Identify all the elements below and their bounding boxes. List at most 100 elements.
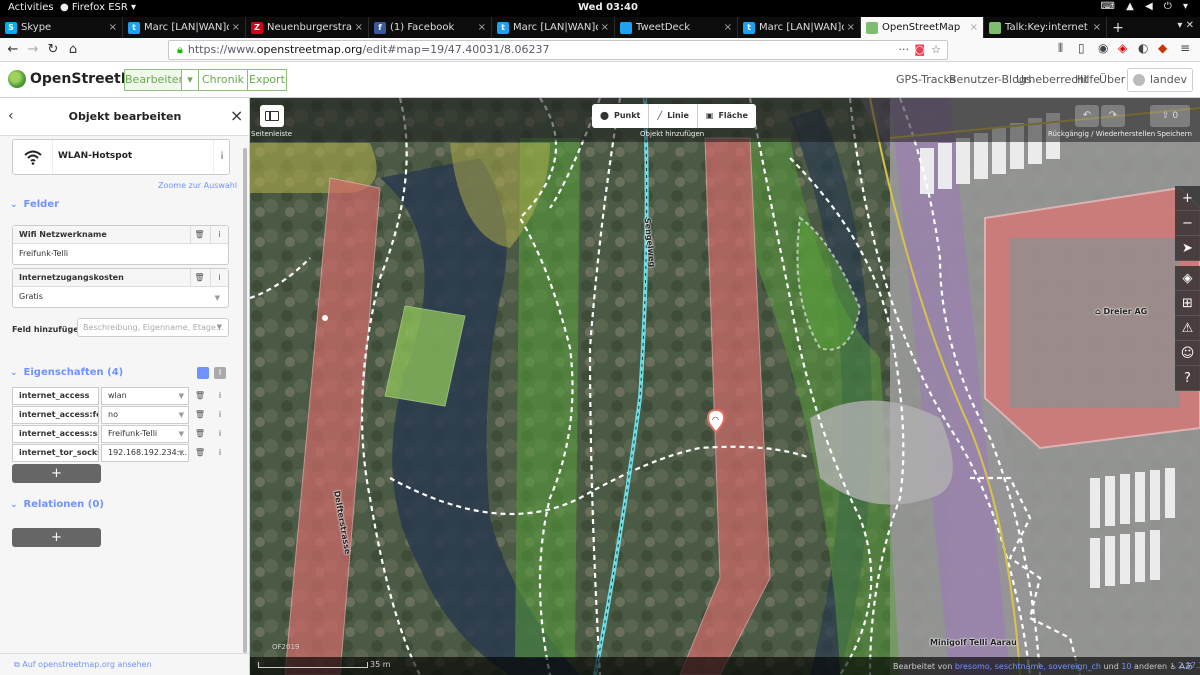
background-button[interactable]: ◈: [1175, 266, 1200, 291]
tab-close-icon[interactable]: ×: [847, 22, 855, 33]
tag-key-input[interactable]: internet_tor_socks ...: [12, 444, 99, 462]
history-button[interactable]: Chronik: [198, 69, 248, 91]
view-on-osm-link[interactable]: ⧉ Auf openstreetmap.org ansehen: [0, 653, 249, 675]
tab-close-icon[interactable]: ×: [970, 22, 978, 33]
browser-tab[interactable]: f (1) Facebook ×: [369, 17, 492, 38]
add-field-input[interactable]: Beschreibung, Eigenname, Etage... ▼: [77, 318, 229, 337]
addon-icon[interactable]: ◈: [1118, 41, 1127, 55]
add-line-button[interactable]: ╱ Linie: [649, 104, 698, 128]
wifi-ssid-input[interactable]: Freifunk-Telli: [13, 244, 228, 264]
clock[interactable]: Wed 03:40: [578, 2, 638, 13]
help-button[interactable]: ?: [1175, 366, 1200, 391]
list-view-icon[interactable]: [197, 367, 209, 379]
nav-link-about[interactable]: Über: [1099, 73, 1125, 86]
app-menu[interactable]: ● Firefox ESR ▾: [60, 2, 136, 13]
trash-icon[interactable]: 🗑︎: [191, 406, 209, 424]
map-canvas[interactable]: ◠ Delfterstrasse Sengelweg ⌂ Dreier AG M…: [250, 98, 1200, 675]
menu-icon[interactable]: ≡: [1180, 41, 1190, 55]
info-icon[interactable]: i: [210, 269, 228, 287]
undo-button[interactable]: ↶: [1075, 105, 1099, 127]
attribution-more-count[interactable]: 10: [1121, 662, 1131, 671]
map-data-button[interactable]: ⊞: [1175, 291, 1200, 316]
nav-link-help[interactable]: Hilfe: [1075, 73, 1100, 86]
extension-icon[interactable]: ◐: [1138, 41, 1148, 55]
preferences-button[interactable]: ☺: [1175, 341, 1200, 366]
sidebar-toggle-button[interactable]: [260, 105, 284, 127]
nav-link-gps-tracks[interactable]: GPS-Tracks: [896, 73, 956, 86]
relations-section-toggle[interactable]: ⌄ Relationen (0): [10, 499, 104, 510]
fields-section-toggle[interactable]: ⌄ Felder: [10, 199, 59, 210]
reload-icon[interactable]: ↻: [44, 41, 62, 59]
tag-key-input[interactable]: internet_access: [12, 387, 99, 405]
zoom-to-selection-link[interactable]: Zoome zur Auswahl: [158, 181, 237, 190]
new-tab-button[interactable]: +: [1107, 17, 1129, 38]
tab-close-icon[interactable]: ×: [232, 22, 240, 33]
browser-tab[interactable]: t Marc [LAN|WAN]dol×: [123, 17, 246, 38]
tag-value-input[interactable]: 192.168.192.234:... ▼: [101, 444, 189, 462]
add-area-button[interactable]: ▣ Fläche: [697, 104, 756, 128]
issues-button[interactable]: ⚠: [1175, 316, 1200, 341]
activities-button[interactable]: Activities: [8, 2, 54, 13]
bookmark-star-icon[interactable]: ☆: [931, 41, 941, 59]
tag-value-input[interactable]: Freifunk-Telli ▼: [101, 425, 189, 443]
trash-icon[interactable]: 🗑︎: [191, 444, 209, 462]
zoom-out-button[interactable]: −: [1175, 211, 1200, 236]
tag-key-input[interactable]: internet_access:ssid: [12, 425, 99, 443]
preset-selector[interactable]: WLAN-Hotspot i: [12, 139, 230, 175]
edit-button[interactable]: Bearbeiten: [124, 69, 185, 91]
url-bar[interactable]: 🔒︎ https://www.openstreetmap.org/edit#map…: [168, 40, 948, 60]
internet-fee-combo[interactable]: Gratis: [13, 287, 228, 307]
info-icon[interactable]: i: [211, 387, 229, 405]
preset-info-icon[interactable]: i: [213, 140, 230, 174]
text-view-icon[interactable]: I: [214, 367, 226, 379]
close-icon[interactable]: ×: [230, 106, 243, 125]
trash-icon[interactable]: 🗑︎: [191, 425, 209, 443]
export-button[interactable]: Export: [247, 69, 287, 91]
geolocate-button[interactable]: ➤: [1175, 236, 1200, 261]
trash-icon[interactable]: 🗑︎: [191, 387, 209, 405]
system-status-icons[interactable]: ⌨ ▲ ◀ ⏻ ▾: [1101, 1, 1192, 12]
osm-logo-icon[interactable]: [8, 70, 26, 88]
add-point-button[interactable]: ⬤ Punkt: [592, 104, 650, 128]
browser-tab[interactable]: t Marc [LAN|WAN]dol×: [738, 17, 861, 38]
info-icon[interactable]: i: [211, 406, 229, 424]
browser-tab[interactable]: TweetDeck ×: [615, 17, 738, 38]
tab-close-icon[interactable]: ×: [724, 22, 732, 33]
accessibility-icon[interactable]: ♿: [1170, 662, 1177, 671]
browser-tab[interactable]: t Marc [LAN|WAN]dol×: [492, 17, 615, 38]
tab-close-icon[interactable]: ×: [1093, 22, 1101, 33]
page-actions-icon[interactable]: ···: [899, 41, 910, 59]
add-relation-button[interactable]: +: [12, 528, 101, 547]
add-tag-button[interactable]: +: [12, 464, 101, 483]
edit-dropdown-button[interactable]: ▾: [181, 69, 199, 91]
tag-value-input[interactable]: wlan ▼: [101, 387, 189, 405]
scale-bar[interactable]: [258, 662, 368, 668]
tag-value-input[interactable]: no ▼: [101, 406, 189, 424]
trash-icon[interactable]: 🗑︎: [190, 269, 208, 287]
browser-tab[interactable]: S Skype ×: [0, 17, 123, 38]
redo-button[interactable]: ↷: [1101, 105, 1125, 127]
sidebar-icon[interactable]: ▯: [1078, 41, 1085, 55]
browser-tab[interactable]: Z Neuenburgerstrasse×: [246, 17, 369, 38]
version-label[interactable]: 2.17.3: [1178, 661, 1200, 670]
forward-icon[interactable]: →: [24, 41, 42, 59]
info-icon[interactable]: i: [211, 425, 229, 443]
trash-icon[interactable]: 🗑︎: [190, 226, 208, 244]
tab-close-icon[interactable]: ×: [601, 22, 609, 33]
zoom-in-button[interactable]: +: [1175, 186, 1200, 211]
tab-close-icon[interactable]: ×: [355, 22, 363, 33]
user-menu-button[interactable]: landev ▾: [1127, 68, 1193, 108]
back-icon[interactable]: ←: [4, 41, 22, 59]
browser-tab[interactable]: Talk:Key:internet acc×: [984, 17, 1107, 38]
tab-close-icon[interactable]: ×: [109, 22, 117, 33]
tab-close-icon[interactable]: ×: [478, 22, 486, 33]
tag-key-input[interactable]: internet_access:fee: [12, 406, 99, 424]
window-controls[interactable]: ▾ ✕: [1177, 20, 1194, 31]
tags-section-toggle[interactable]: ⌄ Eigenschaften (4): [10, 367, 123, 378]
home-icon[interactable]: ⌂: [64, 41, 82, 59]
addon-2-icon[interactable]: ◆: [1158, 41, 1167, 55]
pocket-icon[interactable]: ◙: [914, 41, 925, 59]
attribution-users-link[interactable]: bresomo, seschtname, sovereign_ch: [955, 662, 1101, 671]
sync-icon[interactable]: ◉: [1098, 41, 1108, 55]
info-icon[interactable]: i: [211, 444, 229, 462]
